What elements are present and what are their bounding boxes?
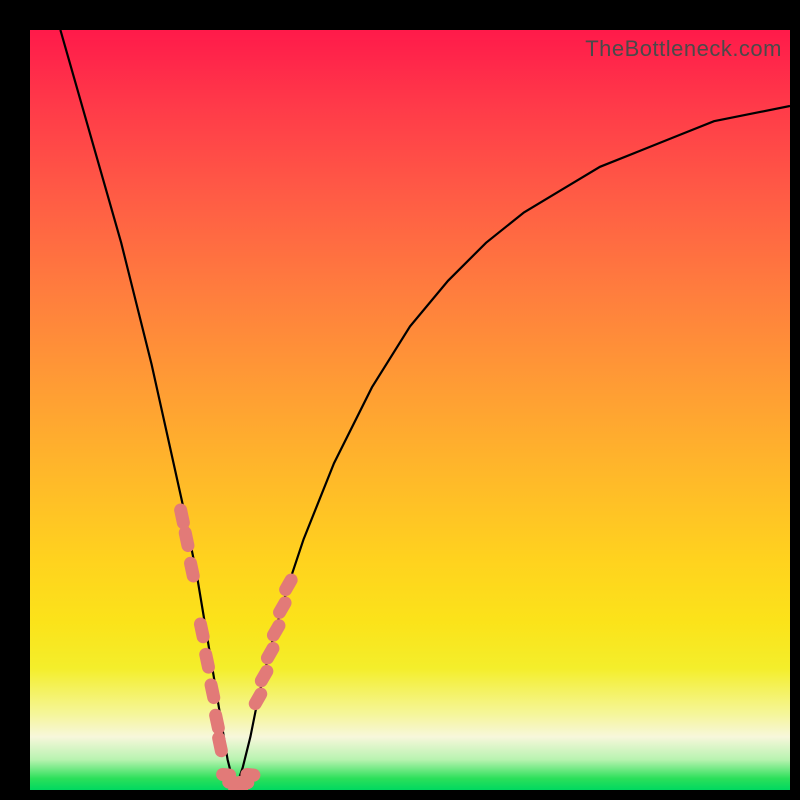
data-marker bbox=[265, 617, 288, 644]
data-marker bbox=[277, 571, 300, 598]
data-marker bbox=[198, 647, 216, 675]
data-marker bbox=[203, 677, 221, 705]
data-marker bbox=[178, 525, 196, 553]
bottleneck-curve bbox=[60, 30, 790, 790]
plot-area: TheBottleneck.com bbox=[30, 30, 790, 790]
data-marker bbox=[173, 502, 191, 530]
data-marker bbox=[246, 685, 269, 712]
data-marker bbox=[271, 594, 294, 621]
data-marker bbox=[183, 556, 201, 584]
curve-layer bbox=[30, 30, 790, 790]
data-marker bbox=[193, 616, 211, 644]
chart-frame: TheBottleneck.com bbox=[0, 0, 800, 800]
data-marker bbox=[208, 708, 226, 736]
data-marker bbox=[259, 640, 282, 667]
data-marker bbox=[211, 730, 229, 758]
marker-layer bbox=[173, 502, 300, 790]
data-marker bbox=[252, 662, 275, 689]
